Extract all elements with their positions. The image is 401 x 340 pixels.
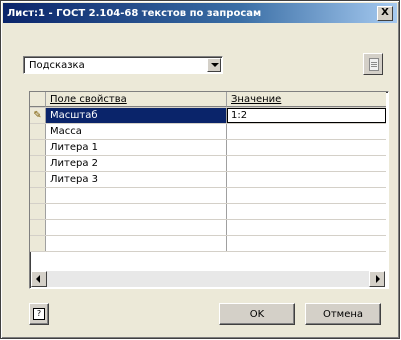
property-value-cell[interactable] <box>227 172 386 187</box>
copy-icon <box>369 58 379 71</box>
property-field-cell[interactable] <box>46 220 227 235</box>
row-indicator <box>30 220 46 235</box>
row-indicator <box>30 156 46 171</box>
property-field-cell[interactable]: Литера 3 <box>46 172 227 187</box>
property-value-cell[interactable] <box>227 188 386 203</box>
property-field-cell[interactable] <box>46 204 227 219</box>
title-bar[interactable]: Лист:1 - ГОСТ 2.104-68 текстов по запрос… <box>3 3 397 23</box>
chevron-down-icon <box>211 63 219 67</box>
scroll-left-button[interactable] <box>31 271 47 287</box>
property-field-cell[interactable] <box>46 236 227 251</box>
table-row[interactable]: Литера 2 <box>30 156 386 172</box>
help-icon: ? <box>33 308 45 320</box>
property-value-cell[interactable]: 1:2 <box>227 108 386 123</box>
chevron-left-icon <box>36 275 40 283</box>
dialog-window: Лист:1 - ГОСТ 2.104-68 текстов по запрос… <box>0 0 400 339</box>
property-field-cell[interactable]: Литера 1 <box>46 140 227 155</box>
table-row[interactable] <box>30 188 386 204</box>
property-value-cell[interactable] <box>227 156 386 171</box>
mode-select-dropdown-button[interactable] <box>207 58 221 72</box>
help-button[interactable]: ? <box>29 303 49 325</box>
property-field-cell[interactable]: Масса <box>46 124 227 139</box>
column-header-value[interactable]: Значение <box>227 92 386 107</box>
row-indicator <box>30 188 46 203</box>
row-indicator: ✎ <box>30 108 46 123</box>
property-value-cell[interactable] <box>227 204 386 219</box>
property-value-cell[interactable] <box>227 220 386 235</box>
ok-button[interactable]: OK <box>219 303 295 325</box>
property-field-cell[interactable] <box>46 188 227 203</box>
column-header-field[interactable]: Поле свойства <box>46 92 227 107</box>
grid-header-row: Поле свойства Значение <box>30 92 386 108</box>
table-row[interactable]: ✎ Масштаб 1:2 <box>30 108 386 124</box>
cancel-button[interactable]: Отмена <box>305 303 381 325</box>
table-row[interactable] <box>30 204 386 220</box>
horizontal-scrollbar[interactable] <box>31 271 385 287</box>
table-row[interactable] <box>30 236 386 252</box>
row-indicator <box>30 124 46 139</box>
row-indicator <box>30 204 46 219</box>
row-indicator <box>30 236 46 251</box>
close-button[interactable]: X <box>377 6 393 21</box>
row-indicator <box>30 140 46 155</box>
chevron-right-icon <box>376 275 380 283</box>
mode-select-value: Подсказка <box>29 60 85 71</box>
property-field-cell[interactable]: Масштаб <box>46 108 227 123</box>
property-field-cell[interactable]: Литера 2 <box>46 156 227 171</box>
copy-button[interactable] <box>363 53 383 75</box>
properties-grid[interactable]: Поле свойства Значение ✎ Масштаб 1:2 Мас… <box>29 91 389 289</box>
property-value-cell[interactable] <box>227 236 386 251</box>
row-indicator-header <box>30 92 46 107</box>
close-icon: X <box>381 7 389 18</box>
property-value-cell[interactable] <box>227 140 386 155</box>
table-row[interactable]: Литера 1 <box>30 140 386 156</box>
mode-select[interactable]: Подсказка <box>23 56 223 74</box>
table-row[interactable]: Литера 3 <box>30 172 386 188</box>
row-indicator <box>30 172 46 187</box>
edit-pencil-icon: ✎ <box>33 110 42 121</box>
window-title: Лист:1 - ГОСТ 2.104-68 текстов по запрос… <box>7 7 262 19</box>
table-row[interactable] <box>30 220 386 236</box>
table-row[interactable]: Масса <box>30 124 386 140</box>
scroll-right-button[interactable] <box>369 271 385 287</box>
property-value-cell[interactable] <box>227 124 386 139</box>
